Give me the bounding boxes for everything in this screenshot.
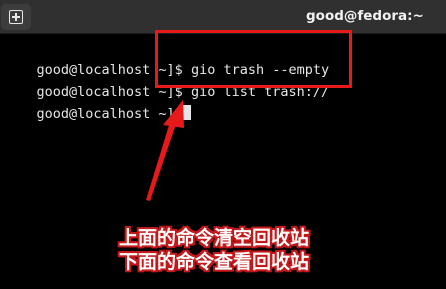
annotation-caption-line2: 下面的命令查看回收站 [118,251,309,273]
annotation-caption-line1: 上面的命令清空回收站 [118,227,309,249]
